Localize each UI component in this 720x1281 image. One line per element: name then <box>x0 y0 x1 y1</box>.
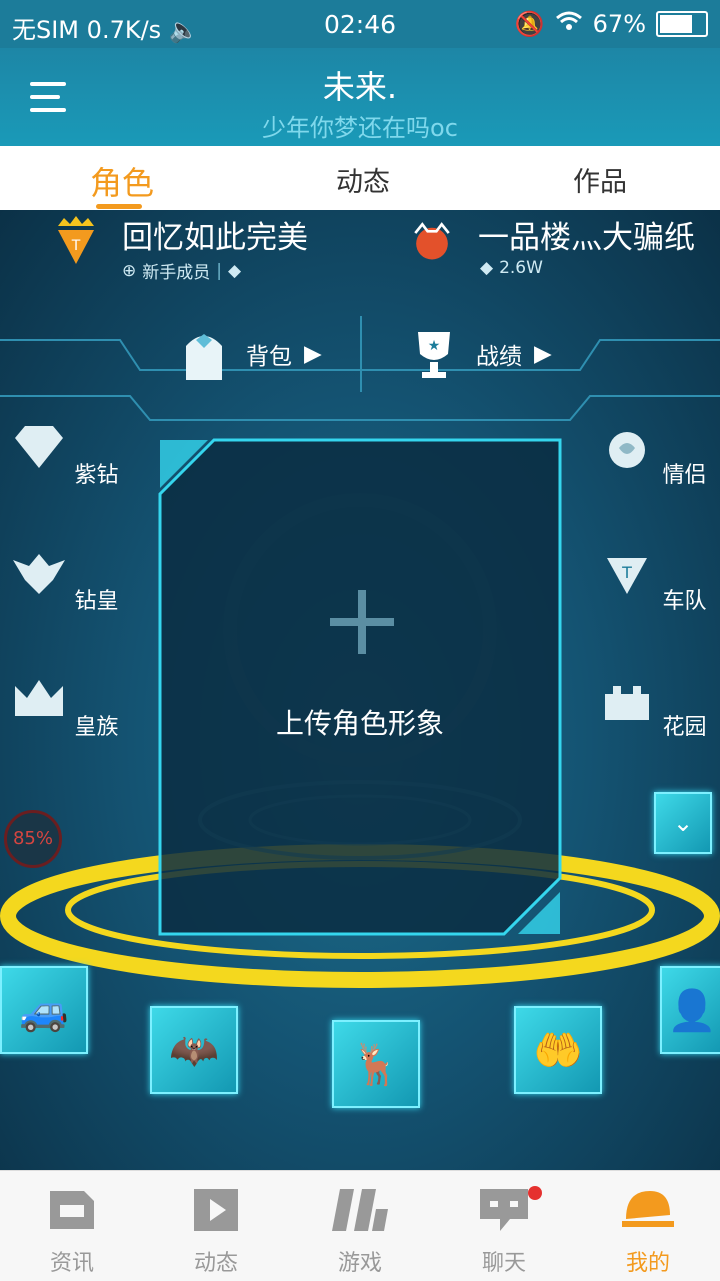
item-slot-wings[interactable]: 🦇 <box>150 1006 238 1094</box>
crown-icon <box>15 680 64 716</box>
bar-divider <box>360 316 362 392</box>
upload-role-label[interactable]: 上传角色形象 <box>158 702 562 742</box>
page-title: 未来. <box>322 68 398 106</box>
battery-icon <box>656 11 708 37</box>
castle-icon <box>605 686 650 720</box>
page-subtitle: 少年你梦还在吗oc <box>262 114 458 142</box>
car-icon: 🚙 <box>19 987 69 1034</box>
right-player-name[interactable]: 一品楼灬大骗纸 <box>478 212 695 257</box>
bottom-nav: 资讯 动态 游戏 聊天 我的 <box>0 1170 720 1281</box>
svg-text:T: T <box>71 238 81 254</box>
item-slot-car[interactable]: 🚙 <box>0 966 88 1054</box>
mute-bell-icon: 🔕 <box>514 10 545 38</box>
play-icon <box>194 1189 238 1231</box>
progress-badge: 85% <box>4 810 62 868</box>
tab-role[interactable]: 角色 <box>90 158 154 204</box>
diamond-icon <box>15 426 64 468</box>
game-icon <box>332 1189 388 1231</box>
bat-wings-icon: 🦇 <box>169 1027 219 1074</box>
svg-text:★: ★ <box>428 338 441 354</box>
right-player-value: ◆ 2.6W <box>480 258 543 278</box>
status-bar: 无SIM 0.7K/s 🔈 02:46 🔕 67% <box>0 0 720 48</box>
tab-works[interactable]: 作品 <box>573 160 627 199</box>
diamond-icon: ◆ <box>480 258 494 278</box>
app-header: 未来. 少年你梦还在吗oc <box>0 48 720 146</box>
item-slot-effect[interactable]: 🤲 <box>514 1006 602 1094</box>
svg-text:T: T <box>622 563 633 582</box>
item-slot-extra[interactable]: ⌄ <box>654 792 712 854</box>
plus-icon[interactable] <box>330 590 394 654</box>
wifi-icon <box>555 10 583 38</box>
nav-games[interactable]: 游戏 <box>288 1171 432 1281</box>
side-item-purple-diamond[interactable]: 紫钻 <box>10 424 120 489</box>
left-player-name[interactable]: 回忆如此完美 <box>122 212 308 257</box>
cap-icon <box>622 1191 674 1227</box>
diamond-icon: ◆ <box>227 260 242 281</box>
action-bar: 背包 ▶ ★ 战绩 ▶ <box>14 304 706 404</box>
wing-shield-icon <box>13 554 66 594</box>
backpack-button[interactable]: 背包 ▶ <box>174 304 322 404</box>
nav-news[interactable]: 资讯 <box>0 1171 144 1281</box>
item-slot-pet[interactable]: 🦌 <box>332 1020 420 1108</box>
side-item-garden[interactable]: 花园 <box>598 676 708 741</box>
role-panel: T 回忆如此完美 ⊕ 新手成员 | ◆ 一品楼灬大骗纸 ◆ 2.6W 背包 ▶ <box>0 210 720 1170</box>
reindeer-pet-icon: 🦌 <box>351 1041 401 1088</box>
face-icon: 👤 <box>667 987 717 1034</box>
trophy-icon: ★ <box>418 332 450 378</box>
upload-role-card[interactable] <box>158 438 562 936</box>
triangle-right-icon: ▶ <box>304 341 322 367</box>
nav-dynamic[interactable]: 动态 <box>144 1171 288 1281</box>
record-button[interactable]: ★ 战绩 ▶ <box>404 304 552 404</box>
status-right: 🔕 67% <box>515 10 708 38</box>
backpack-icon <box>186 334 222 380</box>
nav-chat[interactable]: 聊天 <box>432 1171 576 1281</box>
item-slot-face[interactable]: 👤 <box>660 966 720 1054</box>
side-item-couple[interactable]: 情侣 <box>598 424 708 489</box>
side-item-diamond-king[interactable]: 钻皇 <box>10 550 120 615</box>
heart-badge-icon <box>414 222 450 260</box>
left-player-rank: ⊕ 新手成员 | ◆ <box>122 260 242 284</box>
battery-percent: 67% <box>592 10 646 38</box>
wheel-icon: ⊕ <box>122 260 137 281</box>
chevron-down-icon: ⌄ <box>672 809 694 837</box>
news-icon <box>50 1191 94 1229</box>
team-badge-icon: T <box>58 216 94 264</box>
triangle-right-icon: ▶ <box>534 341 552 367</box>
heart-shield-icon <box>609 432 646 468</box>
tab-bar: 角色 动态 作品 <box>0 146 720 210</box>
tab-dynamic[interactable]: 动态 <box>336 160 390 199</box>
side-item-royal[interactable]: 皇族 <box>10 676 120 741</box>
nav-me[interactable]: 我的 <box>576 1171 720 1281</box>
chat-unread-dot <box>528 1186 542 1200</box>
hand-effect-icon: 🤲 <box>533 1027 583 1074</box>
tab-underline <box>96 204 142 209</box>
side-item-team[interactable]: T 车队 <box>598 550 708 615</box>
chat-icon <box>480 1189 528 1231</box>
team-shield-icon: T <box>607 558 648 594</box>
